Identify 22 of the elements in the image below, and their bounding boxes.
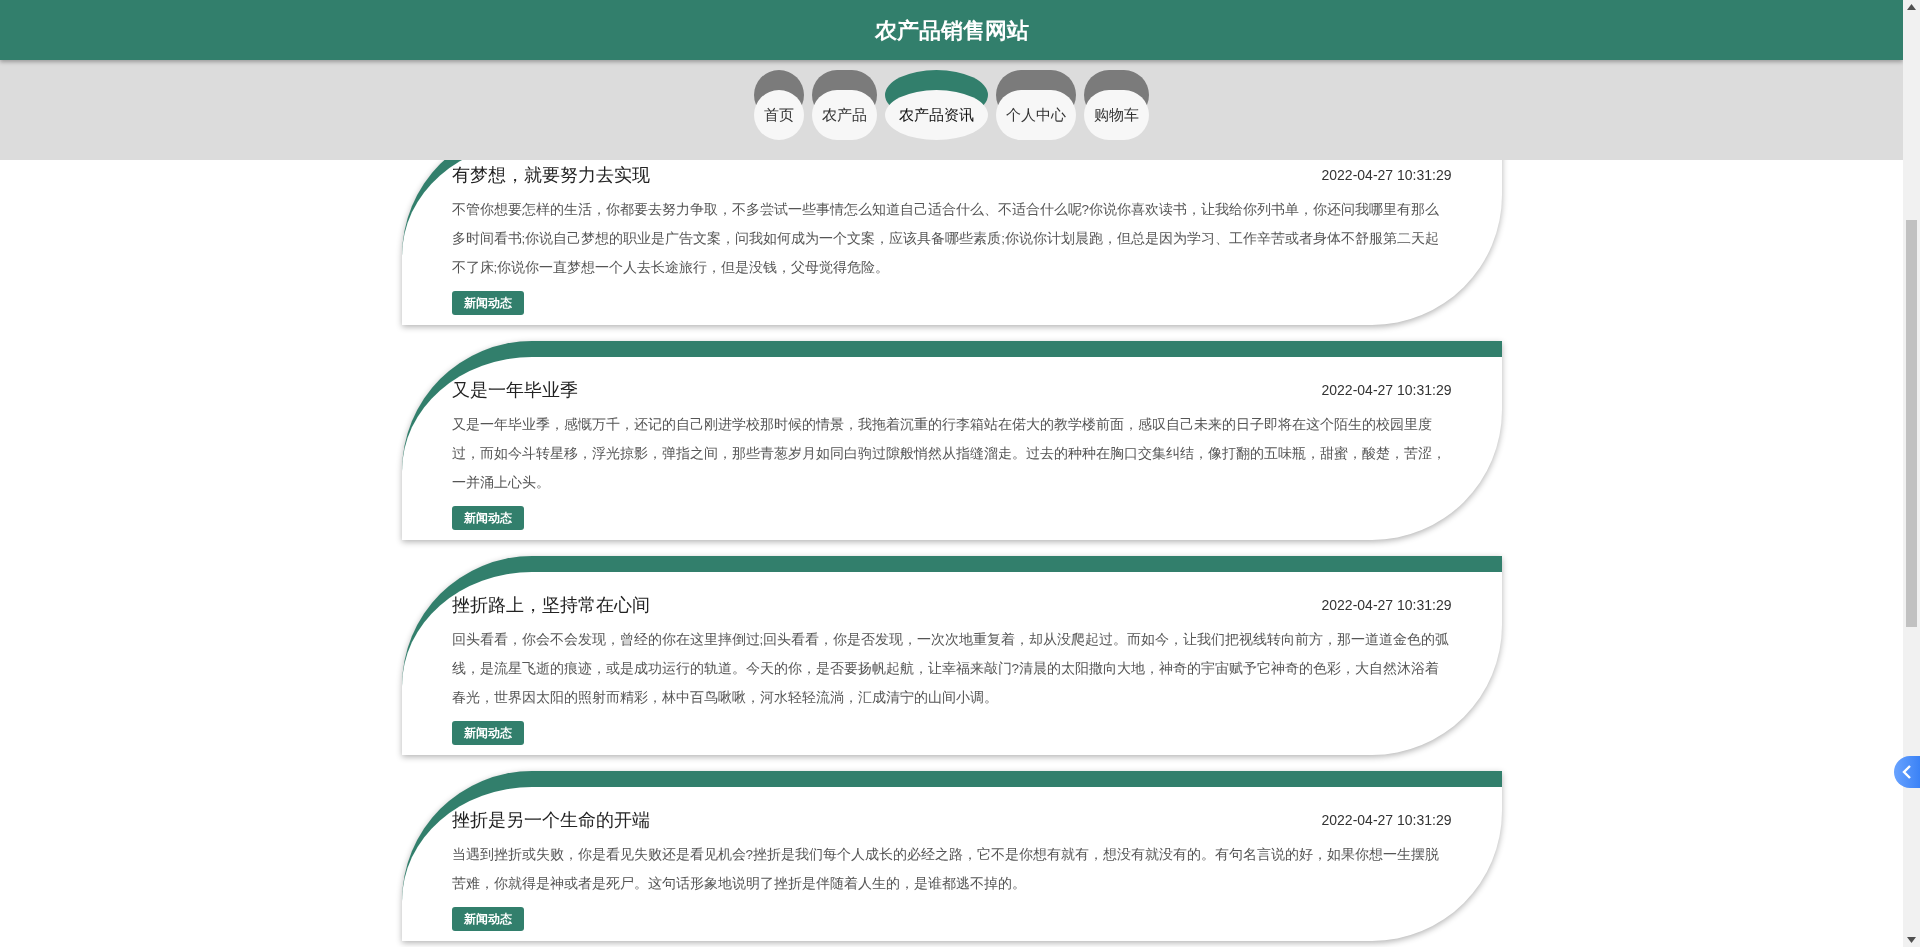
news-summary: 又是一年毕业季，感慨万千，还记的自己刚进学校那时候的情景，我拖着沉重的行李箱站在偌大的教学楼前面，感叹自己未来的日子即将在这个陌生的校园里度过，而如今斗转星移，浮光掠影，弹指之间，那些青葱岁月如同白驹过隙般悄然从指缝溜走。过去的种种在胸口交集纠结，像打翻的五味瓶，甜蜜，酸楚，苦涩，一并涌上心头。 bbox=[451, 416, 1447, 492]
category-tag[interactable]: 新闻动态 bbox=[451, 291, 524, 315]
scroll-thumb[interactable] bbox=[1906, 220, 1917, 627]
category-tag[interactable]: 新闻动态 bbox=[451, 721, 524, 745]
category-tag[interactable]: 新闻动态 bbox=[451, 907, 524, 931]
news-summary: 回头看看，你会不会发现，曾经的你在这里摔倒过;回头看看，你是否发现，一次次地重复着，却从没爬起过。而如今，让我们把视线转向前方，那一道道金色的弧线，是流星飞逝的痕迹，或是成功运行的轨道。今天的你，是否要扬帆起航，让幸福来敲门?清晨的太阳撒向大地，神奇的宇宙赋予它神奇的色彩，大自然沐浴着春光，世界因太阳的照射而精彩，林中百鸟啾啾，河水轻轻流淌，汇成清宁的山间小调。 bbox=[451, 631, 1451, 707]
scrollbar[interactable] bbox=[1903, 0, 1920, 947]
news-date: 2022-04-27 10:31:29 bbox=[1321, 381, 1452, 400]
news-date: 2022-04-27 10:31:29 bbox=[1321, 811, 1452, 830]
news-summary: 当遇到挫折或失败，你是看见失败还是看见机会?挫折是我们每个人成长的必经之路，它不是你想有就有，想没有就没有的。有句名言说的好，如果你想一生摆脱苦难，你就得是神或者是死尸。这句话形象地说明了挫折是伴随着人生的，是谁都逃不掉的。 bbox=[451, 846, 1440, 893]
news-title[interactable]: 又是一年毕业季 bbox=[451, 377, 578, 404]
scroll-up-icon[interactable] bbox=[1907, 4, 1916, 10]
news-title[interactable]: 挫折是另一个生命的开端 bbox=[451, 807, 650, 834]
chevron-left-icon bbox=[1902, 765, 1912, 779]
news-date: 2022-04-27 10:31:29 bbox=[1321, 596, 1452, 615]
category-tag[interactable]: 新闻动态 bbox=[451, 506, 524, 530]
news-title[interactable]: 挫折路上，坚持常在心间 bbox=[451, 592, 650, 619]
news-summary: 不管你想要怎样的生活，你都要去努力争取，不多尝试一些事情怎么知道自己适合什么、不适合什么呢?你说你喜欢读书，让我给你列书单，你还问我哪里有那么多时间看书;你说自己梦想的职业是广告文案，问我如何成为一个文案，应该具备哪些素质;你说你计划晨跑，但总是因为学习、工作辛苦或者身体不舒服第二天起不了床;你说你一直梦想一个人去长途旅行，但是没钱，父母觉得危险。 bbox=[451, 201, 1440, 277]
site-title: 农产品销售网站 bbox=[874, 16, 1029, 45]
news-title[interactable]: 有梦想，就要努力去实现 bbox=[451, 162, 650, 189]
news-date: 2022-04-27 10:31:29 bbox=[1321, 166, 1452, 185]
scroll-down-icon[interactable] bbox=[1907, 937, 1916, 943]
